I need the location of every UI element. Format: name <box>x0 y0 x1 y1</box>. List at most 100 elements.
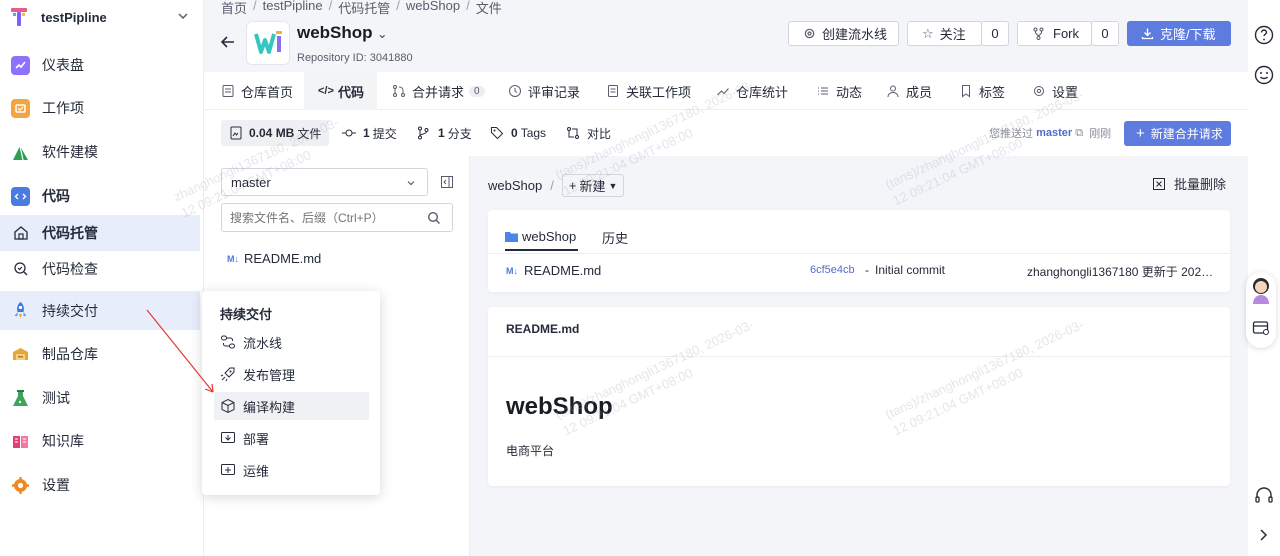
sidebar-item-dashboard[interactable]: 仪表盘 <box>0 47 200 83</box>
menu-item-pipeline[interactable]: 流水线 <box>214 328 369 356</box>
new-merge-request-button[interactable]: + 新建合并请求 <box>1124 121 1231 146</box>
commit-icon <box>342 129 356 137</box>
tab-members[interactable]: 成员 <box>886 72 932 110</box>
card-icon[interactable] <box>1252 320 1270 336</box>
branches-link[interactable]: 1 分支 <box>416 110 472 156</box>
sidebar-item-label: 测试 <box>42 390 70 406</box>
tab-activity[interactable]: 动态 <box>816 72 862 110</box>
menu-item-ops[interactable]: 运维 <box>214 456 369 484</box>
tab-review-records[interactable]: 评审记录 <box>508 72 580 110</box>
new-dropdown[interactable]: + 新建 ▼ <box>561 174 625 197</box>
assistant-widget[interactable] <box>1246 272 1276 348</box>
compare-icon <box>567 127 579 139</box>
breadcrumb-item[interactable]: 代码托管 <box>338 0 390 17</box>
chevron-down-icon[interactable]: ⌄ <box>377 27 387 41</box>
chevron-right-icon[interactable] <box>1258 528 1270 542</box>
sidebar-item-codecheck[interactable]: 代码检查 <box>0 251 200 287</box>
fork-icon <box>1033 27 1044 40</box>
sidebar-item-repo[interactable]: 代码托管 <box>0 215 200 251</box>
repo-stats-bar: 0.04 MB 文件 1 提交 1 分支 0 Tags 对比 您推送过 master ⧉… <box>204 110 1248 156</box>
watch-count: 0 <box>981 21 1009 46</box>
push-branch[interactable]: master <box>1036 127 1072 139</box>
plus-icon: + <box>1136 125 1145 142</box>
merge-icon <box>393 85 405 97</box>
headset-icon[interactable] <box>1254 486 1274 506</box>
sidebar-item-workitem[interactable]: 工作项 <box>0 90 200 126</box>
project-logo-icon <box>11 8 27 26</box>
file-size-icon <box>230 126 242 140</box>
tab-history[interactable]: 历史 <box>602 223 628 251</box>
list-icon <box>818 87 828 95</box>
project-name: testPipline <box>41 9 107 25</box>
tree-item[interactable]: M↓ README.md <box>227 251 321 266</box>
tab-linked-workitems[interactable]: 关联工作项 <box>606 72 691 110</box>
fork-button[interactable]: Fork <box>1017 21 1092 46</box>
bulk-delete-button[interactable]: 批量删除 <box>1152 174 1226 193</box>
commit-message[interactable]: Initial commit <box>875 263 945 277</box>
path-root[interactable]: webShop <box>488 178 542 193</box>
tab-folder[interactable]: webShop <box>505 223 579 251</box>
tag-icon <box>491 127 504 140</box>
readme-body: 电商平台 <box>506 444 555 458</box>
tags-link[interactable]: 0 Tags <box>490 110 546 156</box>
commit-hash[interactable]: 6cf5e4cb <box>810 264 855 276</box>
sidebar-item-settings[interactable]: 设置 <box>0 467 200 503</box>
sidebar-item-label: 设置 <box>42 477 70 493</box>
commit-dash: - <box>865 263 869 277</box>
gear-icon <box>1034 86 1044 96</box>
copy-icon[interactable]: ⧉ <box>1075 127 1083 140</box>
tab-repo-home[interactable]: 仓库首页 <box>221 72 293 110</box>
file-name[interactable]: README.md <box>524 263 601 278</box>
file-search-field[interactable] <box>221 203 453 232</box>
branch-select[interactable]: master <box>221 168 428 196</box>
watch-button[interactable]: ☆ 关注 <box>907 21 982 46</box>
file-list-card: webShop 历史 M↓ README.md 6cf5e4cb - Initi… <box>488 210 1230 292</box>
menu-item-deploy[interactable]: 部署 <box>214 424 369 452</box>
readme-card: README.md webShop 电商平台 <box>488 307 1230 486</box>
chevron-down-icon[interactable] <box>176 9 190 23</box>
repo-size[interactable]: 0.04 MB 文件 <box>221 120 330 146</box>
sidebar-item-label: 代码 <box>42 188 70 204</box>
repo-id: Repository ID: 3041880 <box>297 52 413 64</box>
sidebar-item-modeling[interactable]: 软件建模 <box>0 134 200 170</box>
breadcrumb-item[interactable]: 首页 <box>221 0 247 17</box>
path-bar: webShop / + 新建 ▼ <box>488 174 625 197</box>
collapse-panel-icon[interactable] <box>440 175 454 189</box>
artifact-icon <box>11 345 30 364</box>
file-search-input[interactable] <box>222 204 417 231</box>
feedback-smile-icon[interactable] <box>1254 65 1274 85</box>
commits-link[interactable]: 1 提交 <box>341 110 397 156</box>
repo-name[interactable]: webShop ⌄ <box>297 23 387 43</box>
search-icon[interactable] <box>427 211 441 225</box>
sidebar-item-code[interactable]: 代码 <box>0 178 200 214</box>
right-tool-rail <box>1246 0 1280 556</box>
caret-down-icon: ▼ <box>608 180 618 191</box>
breadcrumb-item[interactable]: testPipline <box>263 0 323 17</box>
doc-icon <box>608 85 618 97</box>
breadcrumb-item[interactable]: webShop <box>406 0 460 17</box>
star-icon: ☆ <box>922 25 934 41</box>
tab-repo-stats[interactable]: 仓库统计 <box>716 72 788 110</box>
clone-download-button[interactable]: 克隆/下载 <box>1127 21 1231 46</box>
breadcrumb-item: 文件 <box>475 1 502 16</box>
table-row[interactable]: M↓ README.md 6cf5e4cb - Initial commit z… <box>488 254 1230 292</box>
project-switcher[interactable]: testPipline <box>0 0 204 34</box>
help-icon[interactable] <box>1254 25 1274 45</box>
create-pipeline-button[interactable]: 创建流水线 <box>788 21 899 46</box>
compare-link[interactable]: 对比 <box>566 110 611 156</box>
breadcrumb: 首页 / testPipline / 代码托管 / webShop / 文件 <box>221 0 502 17</box>
tab-merge-requests[interactable]: 合并请求 0 <box>392 72 485 110</box>
repo-icon <box>11 224 30 243</box>
menu-item-release[interactable]: 发布管理 <box>214 360 369 388</box>
tab-settings[interactable]: 设置 <box>1032 72 1078 110</box>
assistant-avatar-icon[interactable] <box>1247 274 1275 304</box>
ops-icon <box>221 464 235 475</box>
branch-icon <box>418 126 429 140</box>
tab-code[interactable]: </> 代码 <box>304 72 377 110</box>
tab-tags[interactable]: 标签 <box>959 72 1005 110</box>
sidebar-item-wiki[interactable]: 知识库 <box>0 423 200 459</box>
dashboard-icon <box>11 55 30 75</box>
back-arrow-icon[interactable] <box>219 33 237 51</box>
readme-heading: webShop <box>506 393 613 420</box>
menu-item-build[interactable]: 编译构建 <box>214 392 369 420</box>
